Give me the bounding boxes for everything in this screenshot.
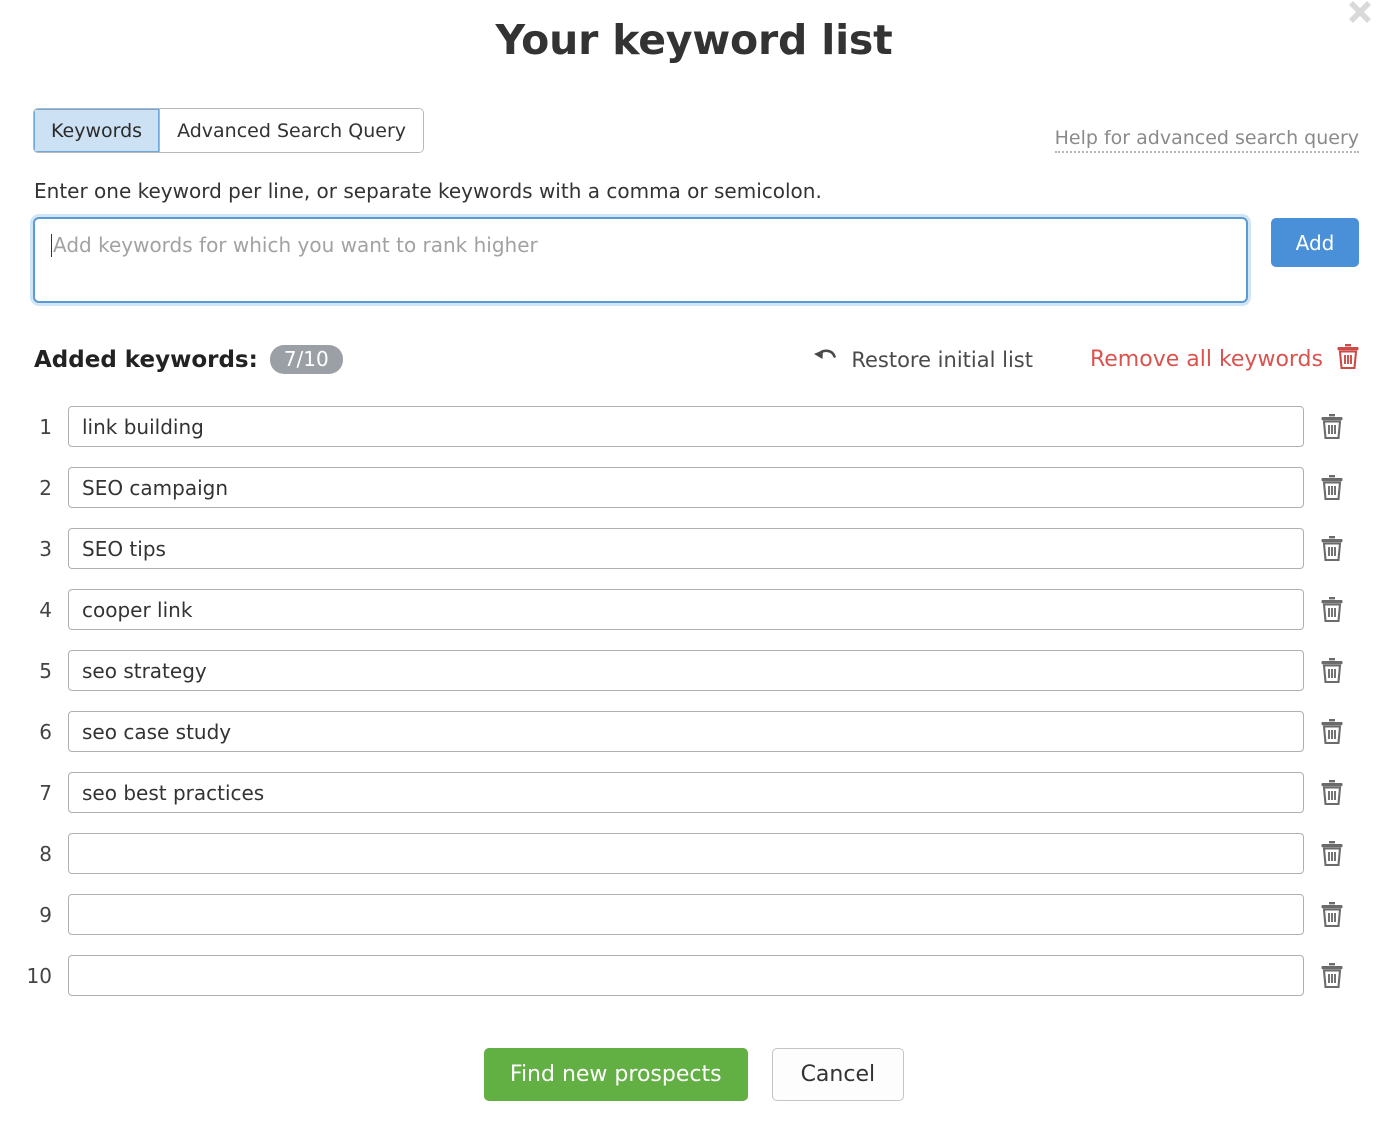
table-row: 6 xyxy=(24,701,1360,762)
undo-arrow-icon xyxy=(811,345,839,374)
row-index: 2 xyxy=(24,476,68,500)
find-new-prospects-button[interactable]: Find new prospects xyxy=(484,1048,748,1101)
delete-keyword-icon[interactable] xyxy=(1304,596,1360,623)
tab-keywords[interactable]: Keywords xyxy=(34,109,159,152)
row-index: 10 xyxy=(24,964,68,988)
table-row: 2 xyxy=(24,457,1360,518)
row-index: 6 xyxy=(24,720,68,744)
row-index: 9 xyxy=(24,903,68,927)
instruction-text: Enter one keyword per line, or separate … xyxy=(34,179,1388,203)
delete-keyword-icon[interactable] xyxy=(1304,901,1360,928)
table-row: 5 xyxy=(24,640,1360,701)
remove-all-keywords-button[interactable]: Remove all keywords xyxy=(1090,343,1360,376)
dialog-footer: Find new prospects Cancel xyxy=(0,1048,1388,1101)
delete-keyword-icon[interactable] xyxy=(1304,474,1360,501)
keyword-entry-textarea[interactable]: Add keywords for which you want to rank … xyxy=(33,217,1248,303)
delete-keyword-icon[interactable] xyxy=(1304,413,1360,440)
keyword-input[interactable] xyxy=(68,406,1304,447)
keyword-input[interactable] xyxy=(68,589,1304,630)
tab-advanced-search-query[interactable]: Advanced Search Query xyxy=(159,109,423,152)
table-row: 10 xyxy=(24,945,1360,1006)
keyword-entry-row: Add keywords for which you want to rank … xyxy=(33,217,1359,303)
keyword-list-dialog: Your keyword list Keywords Advanced Sear… xyxy=(0,0,1388,1146)
tab-group: Keywords Advanced Search Query xyxy=(33,108,424,153)
help-advanced-search-query-link[interactable]: Help for advanced search query xyxy=(1055,127,1359,153)
table-row: 7 xyxy=(24,762,1360,823)
restore-initial-list-button[interactable]: Restore initial list xyxy=(811,345,1033,374)
delete-keyword-icon[interactable] xyxy=(1304,840,1360,867)
row-index: 3 xyxy=(24,537,68,561)
page-title: Your keyword list xyxy=(0,0,1388,64)
text-cursor xyxy=(51,234,52,257)
keyword-entry-placeholder: Add keywords for which you want to rank … xyxy=(53,233,538,257)
row-index: 8 xyxy=(24,842,68,866)
keyword-input[interactable] xyxy=(68,894,1304,935)
trash-icon xyxy=(1336,343,1360,376)
table-row: 3 xyxy=(24,518,1360,579)
delete-keyword-icon[interactable] xyxy=(1304,535,1360,562)
delete-keyword-icon[interactable] xyxy=(1304,657,1360,684)
keyword-input[interactable] xyxy=(68,833,1304,874)
restore-initial-list-label: Restore initial list xyxy=(851,348,1033,372)
keyword-input[interactable] xyxy=(68,467,1304,508)
table-row: 9 xyxy=(24,884,1360,945)
delete-keyword-icon[interactable] xyxy=(1304,962,1360,989)
delete-keyword-icon[interactable] xyxy=(1304,779,1360,806)
keyword-count-badge: 7/10 xyxy=(270,345,343,374)
row-index: 1 xyxy=(24,415,68,439)
row-index: 7 xyxy=(24,781,68,805)
remove-all-keywords-label: Remove all keywords xyxy=(1090,347,1323,372)
row-index: 5 xyxy=(24,659,68,683)
keyword-input[interactable] xyxy=(68,528,1304,569)
row-index: 4 xyxy=(24,598,68,622)
keyword-input[interactable] xyxy=(68,772,1304,813)
keyword-rows: 1 2 xyxy=(24,396,1360,1006)
table-row: 8 xyxy=(24,823,1360,884)
keyword-input[interactable] xyxy=(68,650,1304,691)
table-row: 1 xyxy=(24,396,1360,457)
keyword-input[interactable] xyxy=(68,711,1304,752)
tabs-row: Keywords Advanced Search Query Help for … xyxy=(33,108,1359,153)
add-button[interactable]: Add xyxy=(1271,218,1359,267)
close-icon[interactable] xyxy=(1340,0,1380,32)
keyword-input[interactable] xyxy=(68,955,1304,996)
added-keywords-label: Added keywords: xyxy=(34,347,258,373)
cancel-button[interactable]: Cancel xyxy=(772,1048,905,1101)
delete-keyword-icon[interactable] xyxy=(1304,718,1360,745)
added-keywords-header: Added keywords: 7/10 Restore initial lis… xyxy=(34,343,1360,376)
table-row: 4 xyxy=(24,579,1360,640)
